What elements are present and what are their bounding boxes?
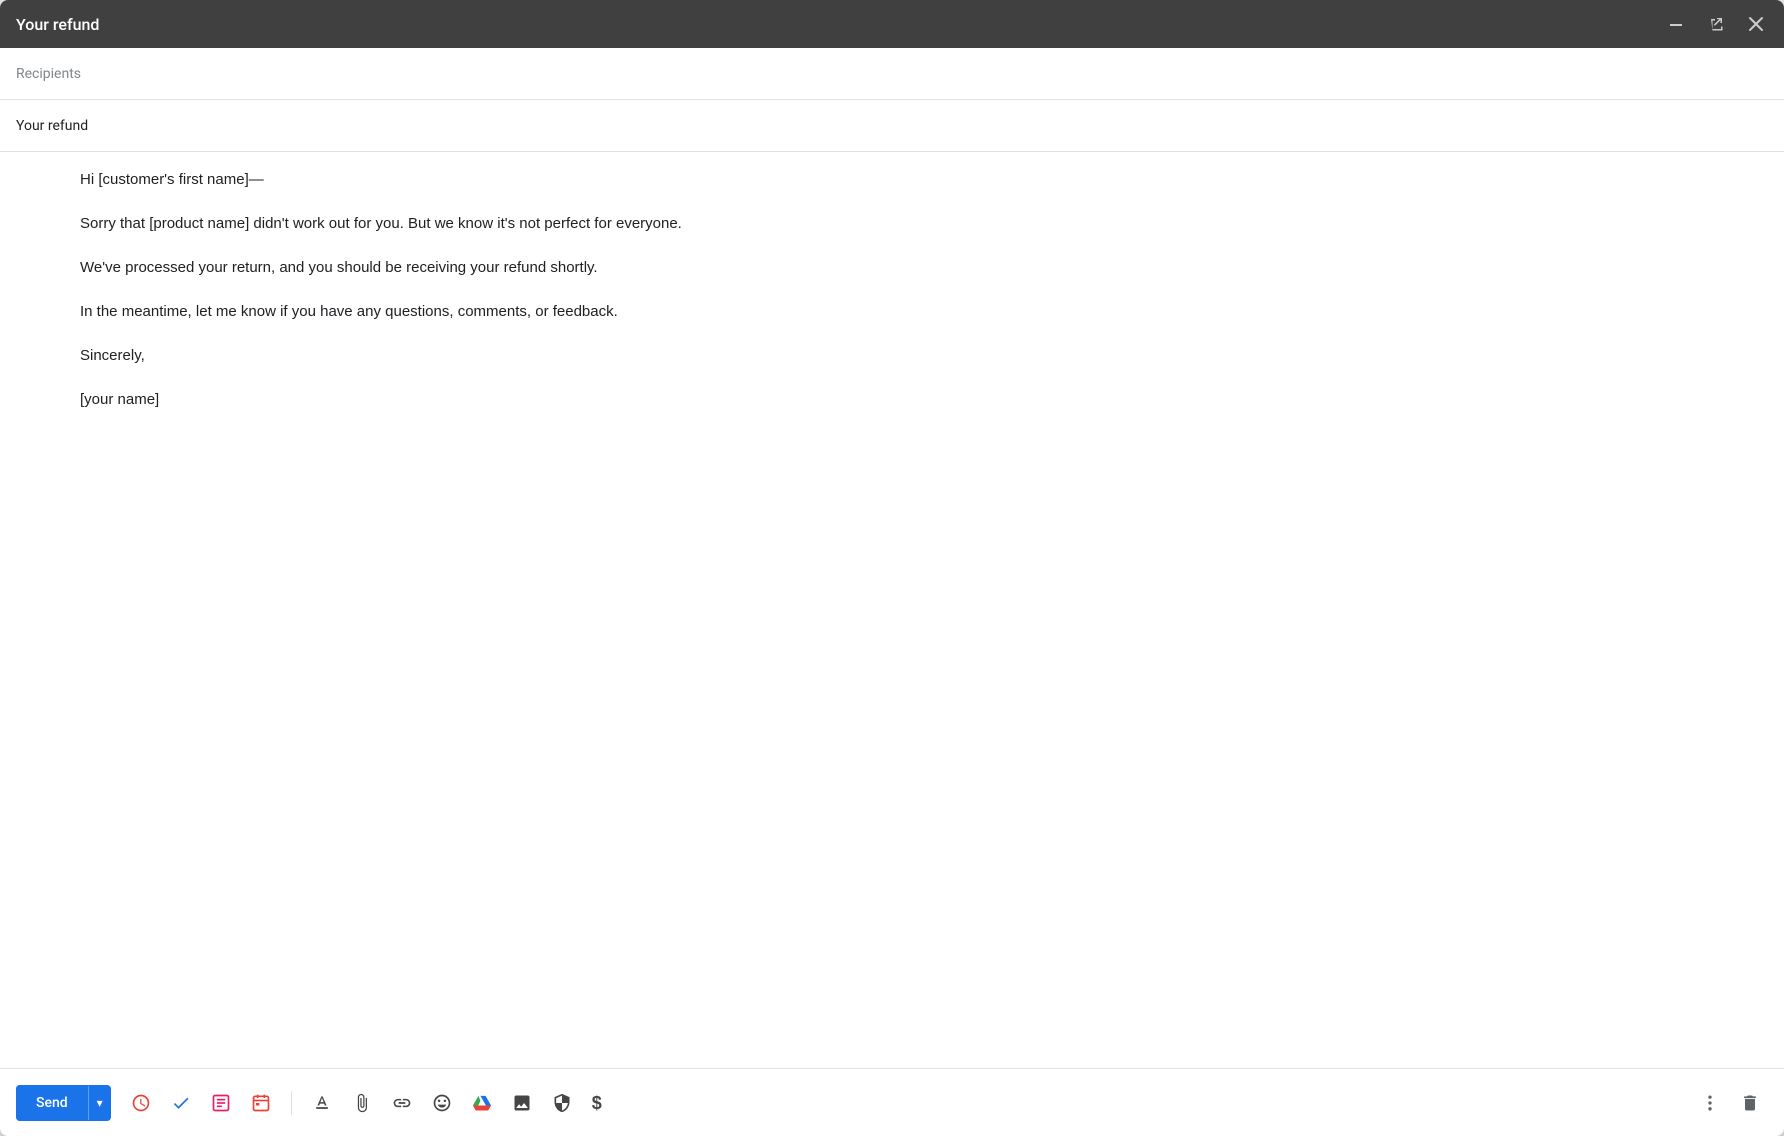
insert-signature-button[interactable]: $ [584,1086,610,1120]
tasks-button[interactable] [163,1085,199,1121]
body-line-5: Sincerely, [80,344,1768,368]
compose-toolbar: Send ▾ [0,1068,1784,1136]
insert-emoji-button[interactable] [424,1085,460,1121]
trash-icon [1740,1093,1760,1113]
send-dropdown-arrow: ▾ [97,1096,103,1110]
recipients-row [0,48,1784,100]
recipients-input[interactable] [16,66,1768,82]
send-button-group: Send ▾ [16,1085,111,1121]
toolbar-divider-1 [291,1091,292,1115]
attach-file-button[interactable] [344,1085,380,1121]
body-line-1: Hi [customer's first name]— [80,168,1768,192]
more-options-button[interactable] [1692,1085,1728,1121]
check-icon [171,1093,191,1113]
email-body[interactable]: Hi [customer's first name]— Sorry that [… [0,152,1784,1068]
insert-event-button[interactable] [243,1085,279,1121]
insert-link-button[interactable] [384,1085,420,1121]
photo-icon [512,1093,532,1113]
title-bar: Your refund [0,0,1784,48]
minimize-icon [1668,16,1684,32]
close-button[interactable] [1744,12,1768,36]
format-text-icon [312,1093,332,1113]
more-vertical-icon [1700,1093,1720,1113]
body-line-6: [your name] [80,388,1768,412]
insert-photo-button[interactable] [504,1085,540,1121]
dollar-icon: $ [592,1094,602,1112]
calendar-icon [251,1093,271,1113]
toolbar-right-actions [1692,1085,1768,1121]
send-dropdown-button[interactable]: ▾ [88,1086,111,1120]
minimize-button[interactable] [1664,12,1688,36]
window-controls [1664,12,1768,36]
paperclip-icon [352,1093,372,1113]
close-icon [1748,16,1764,32]
format-text-button[interactable] [304,1085,340,1121]
subject-row [0,100,1784,152]
body-line-2: Sorry that [product name] didn't work ou… [80,212,1768,236]
compose-window: Your refund [0,0,1784,1136]
clock-icon [131,1093,151,1113]
send-button[interactable]: Send [16,1085,88,1121]
window-title: Your refund [16,15,99,34]
templates-button[interactable] [203,1085,239,1121]
discard-button[interactable] [1732,1085,1768,1121]
insert-drive-file-button[interactable] [464,1085,500,1121]
drive-icon [472,1093,492,1113]
popout-button[interactable] [1704,12,1728,36]
schedule-send-button[interactable] [123,1085,159,1121]
body-content: Hi [customer's first name]— Sorry that [… [80,168,1768,412]
body-line-3: We've processed your return, and you sho… [80,256,1768,280]
popout-icon [1708,16,1724,32]
link-icon [392,1093,412,1113]
confidential-icon [552,1093,572,1113]
templates-icon [211,1093,231,1113]
subject-input[interactable] [16,118,1768,134]
emoji-icon [432,1093,452,1113]
body-line-4: In the meantime, let me know if you have… [80,300,1768,324]
confidential-mode-button[interactable] [544,1085,580,1121]
